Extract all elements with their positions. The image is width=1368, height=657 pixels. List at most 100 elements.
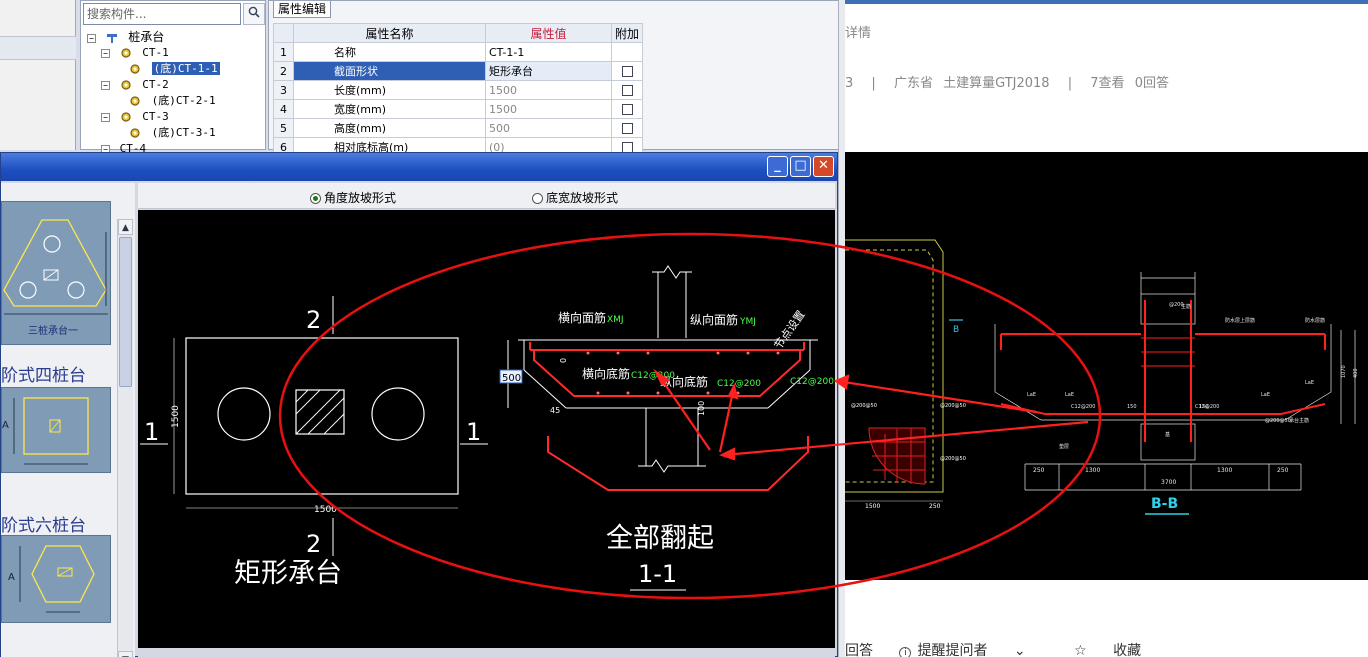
tree-item-ct1[interactable]: − CT-1: [87, 45, 263, 61]
question-meta: 3 | 广东省 土建算量GTJ2018 | 7查看 0回答: [845, 72, 1183, 91]
answer-link[interactable]: 回答: [845, 643, 873, 657]
prop-value[interactable]: 500: [485, 118, 612, 138]
dim-small-0: 0: [559, 358, 568, 363]
property-table: 属性名称 属性值 附加 1 名称 CT-1-1 2 截面形状 矩形承台 3 长度…: [273, 23, 644, 157]
tree-item-ct2[interactable]: − CT-2: [87, 77, 263, 93]
web-page: 详情 3 | 广东省 土建算量GTJ2018 | 7查看 0回答 @200@50: [845, 0, 1368, 657]
four-pile-diagram: [13, 397, 89, 465]
table-row[interactable]: 2 截面形状 矩形承台: [273, 61, 644, 81]
prop-name: 高度(mm): [293, 118, 486, 138]
table-header: 属性名称 属性值 附加: [273, 23, 644, 43]
dim-1500: 1500: [865, 503, 880, 510]
header-num: [273, 23, 294, 43]
minimize-button[interactable]: _: [767, 156, 788, 177]
close-button[interactable]: ✕: [813, 156, 834, 177]
collapse-icon[interactable]: −: [87, 33, 96, 43]
node-setting-label[interactable]: 节点设置: [772, 308, 808, 351]
extra-checkbox[interactable]: [621, 85, 633, 96]
svg-text:基: 基: [1165, 431, 1170, 438]
section-mark-2-bottom: 2: [306, 530, 321, 558]
table-row[interactable]: 1 名称 CT-1-1: [273, 42, 644, 62]
radio-dot-checked: [310, 193, 321, 204]
gear-icon: [130, 96, 140, 106]
extra-checkbox[interactable]: [621, 104, 633, 115]
collapse-icon[interactable]: −: [101, 80, 110, 90]
thumbnail-scrollbar[interactable]: ▲ ▼: [117, 219, 133, 657]
tab-property-edit[interactable]: 属性编辑: [273, 1, 332, 18]
svg-text:150: 150: [1199, 404, 1209, 410]
left-panel-stub: [0, 0, 76, 150]
tree-item-ct3-1[interactable]: (底)CT-3-1: [87, 125, 263, 141]
prop-extra: [610, 61, 644, 81]
gear-icon: [130, 128, 140, 138]
row-num: 4: [273, 99, 294, 119]
thumb-three-pile[interactable]: 三桩承台一: [1, 201, 111, 345]
dim-label: A: [2, 420, 9, 431]
collapse-icon[interactable]: −: [101, 112, 110, 122]
extra-checkbox[interactable]: [621, 66, 633, 77]
table-row[interactable]: 5 高度(mm) 500: [273, 118, 644, 138]
meta-user[interactable]: 3: [845, 76, 853, 91]
tree-item-ct3[interactable]: − CT-3: [87, 109, 263, 125]
scroll-thumb[interactable]: [119, 237, 132, 387]
gear-icon: [130, 64, 140, 74]
collect-button[interactable]: ☆ 收藏: [1074, 643, 1163, 657]
prop-value[interactable]: 矩形承台: [485, 61, 612, 81]
minimize-icon: _: [774, 158, 781, 173]
svg-text:防水层筋: 防水层筋: [1305, 317, 1325, 324]
dialog-bottom-strip: [138, 648, 835, 657]
component-tree-panel: 搜索构件... − 桩承台 − CT-1 (底)CT-1-1 − CT-2 (底…: [80, 0, 266, 155]
property-panel: 属性编辑 属性名称 属性值 附加 1 名称 CT-1-1 2 截面形状 矩形承台…: [268, 0, 840, 157]
remind-asker[interactable]: i 提醒提问者 ⌄: [899, 643, 1047, 657]
search-button[interactable]: [243, 3, 265, 25]
thumb-six-pile[interactable]: A: [1, 535, 111, 623]
plan-dim-horizontal: 1500: [314, 505, 337, 515]
question-image[interactable]: @200@50 @200@50 @200@50 1500 250 B LaE L…: [845, 152, 1368, 580]
table-row[interactable]: 3 长度(mm) 1500: [273, 80, 644, 100]
six-pile-diagram: [19, 545, 95, 613]
search-input[interactable]: 搜索构件...: [83, 3, 241, 25]
breadcrumb[interactable]: 详情: [845, 22, 871, 41]
scroll-down-icon[interactable]: ▼: [118, 651, 133, 657]
table-row[interactable]: 4 宽度(mm) 1500: [273, 99, 644, 119]
meta-views: 7查看: [1090, 76, 1125, 91]
tree-item-ct1-1[interactable]: (底)CT-1-1: [87, 61, 263, 77]
svg-text:1070: 1070: [1341, 365, 1347, 378]
prop-extra: [610, 118, 644, 138]
angle-45: 45: [550, 406, 560, 415]
bar-side-value: C12@200: [790, 377, 834, 387]
thumb-four-pile[interactable]: A: [1, 387, 111, 473]
svg-text:@200@50: @200@50: [1265, 418, 1291, 424]
extra-checkbox[interactable]: [621, 123, 633, 134]
svg-text:LaE: LaE: [1027, 392, 1036, 398]
info-icon: i: [899, 647, 912, 657]
prop-value[interactable]: CT-1-1: [485, 42, 612, 62]
collect-label: 收藏: [1113, 643, 1142, 657]
prop-name: 宽度(mm): [293, 99, 486, 119]
tree-item-ct2-1[interactable]: (底)CT-2-1: [87, 93, 263, 109]
maximize-button[interactable]: □: [790, 156, 811, 177]
radio-width-slope[interactable]: 底宽放坡形式: [532, 189, 618, 206]
svg-text:C12@200: C12@200: [1071, 404, 1095, 410]
component-tree: − 桩承台 − CT-1 (底)CT-1-1 − CT-2 (底)CT-2-1 …: [87, 29, 263, 157]
scroll-up-icon[interactable]: ▲: [118, 219, 133, 235]
row-num: 3: [273, 80, 294, 100]
radio-angle-slope[interactable]: 角度放坡形式: [310, 189, 396, 206]
prop-value[interactable]: 1500: [485, 80, 612, 100]
tree-item-label-selected: (底)CT-1-1: [151, 62, 220, 75]
bar-bot-h-label: 横向底筋: [582, 366, 630, 381]
shape-drawing-canvas[interactable]: 2 2 1 1 1500 1500 矩形承台 横向面筋 XMJ 纵向面筋 YMJ…: [138, 210, 835, 648]
radio-label: 底宽放坡形式: [546, 191, 619, 205]
left-panel-band: [0, 36, 76, 60]
tree-root[interactable]: − 桩承台: [87, 29, 263, 45]
slope-mode-bar: 角度放坡形式 底宽放坡形式: [138, 183, 835, 209]
dialog-titlebar[interactable]: _ □ ✕: [1, 153, 837, 181]
prop-value[interactable]: 1500: [485, 99, 612, 119]
bar-top-h-label: 横向面筋: [558, 310, 606, 325]
thumb-title-four: 阶式四桩台: [1, 366, 86, 386]
question-actions: 回答 i 提醒提问者 ⌄ ☆ 收藏: [845, 640, 1185, 657]
bar-top-v-value: YMJ: [739, 317, 756, 327]
dim-bottom-250b: 250: [1277, 467, 1289, 474]
collapse-icon[interactable]: −: [101, 48, 110, 58]
gear-icon: [121, 80, 131, 90]
